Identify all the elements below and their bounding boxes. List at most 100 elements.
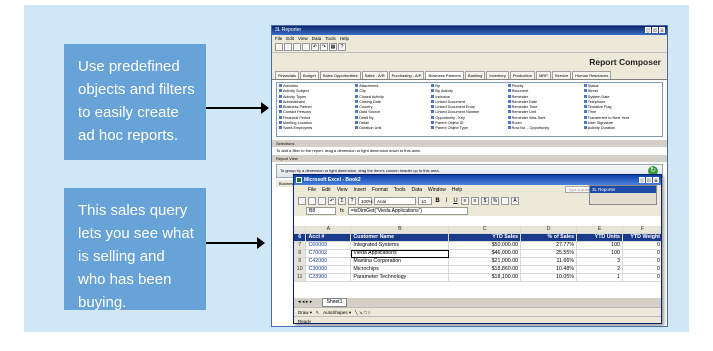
excel-menu-help[interactable]: Help: [452, 187, 462, 193]
menu-view[interactable]: View: [298, 36, 308, 41]
col-header-d[interactable]: D: [520, 226, 578, 235]
tab-human-resources[interactable]: Human Resources: [572, 71, 612, 79]
cell-acct[interactable]: C42000: [305, 257, 352, 267]
excel-menu-window[interactable]: Window: [428, 187, 446, 193]
cell-customer-name[interactable]: Microchips: [350, 265, 450, 275]
cell-ytd-units[interactable]: 3: [576, 257, 623, 267]
header-ytd-sales[interactable]: YTD Sales: [448, 233, 522, 243]
cell-ytd-sales[interactable]: $46,000.00: [448, 249, 522, 259]
cell-acct[interactable]: C30000: [305, 265, 352, 275]
save-icon[interactable]: [293, 43, 301, 51]
align-center-icon[interactable]: ≡: [471, 196, 479, 205]
cell-ytd-units[interactable]: 100: [576, 241, 623, 251]
table-row[interactable]: 8 C70002 Vieda Applications $46,000.00 25.55…: [294, 249, 661, 259]
help-icon[interactable]: ?: [338, 43, 346, 51]
cell-ytd-sales[interactable]: $50,000.00: [448, 241, 522, 251]
cell-customer-name[interactable]: Integrated Systems: [350, 241, 450, 251]
tab-sales-ar[interactable]: Sales - A/R: [361, 71, 388, 79]
menu-edit[interactable]: Edit: [286, 36, 294, 41]
formula-input[interactable]: =ixDimGet("Vieda Applications"): [347, 207, 468, 215]
col-header-e[interactable]: E: [576, 226, 623, 235]
header-customer-name[interactable]: Customer Name: [350, 233, 450, 243]
row-number[interactable]: 8: [294, 249, 307, 259]
table-row[interactable]: 7 C60009 Integrated Systems $50,000.00 27.77…: [294, 241, 661, 251]
col-header-b[interactable]: B: [350, 226, 450, 235]
object-item[interactable]: Activity Duration: [583, 126, 660, 131]
header-ytd-units[interactable]: YTD Units: [576, 233, 623, 243]
menu-file[interactable]: File: [275, 36, 282, 41]
select-all-corner[interactable]: [294, 226, 307, 235]
spreadsheet-grid[interactable]: A B C D E F 6 Acct # Customer Name YTD S…: [294, 226, 661, 283]
tab-budget[interactable]: Budget: [300, 71, 319, 79]
menu-tools[interactable]: Tools: [325, 36, 336, 41]
cell-ytd-weight[interactable]: 0: [622, 265, 661, 275]
object-item[interactable]: Sales Employees: [279, 126, 355, 131]
cell-ytd-sales[interactable]: $21,000.00: [448, 257, 522, 267]
cell-pct-sales[interactable]: 11.66%: [520, 257, 578, 267]
cell-customer-name[interactable]: Vieda Applications: [350, 249, 450, 259]
cell-customer-name[interactable]: Maxtina Corporation: [350, 257, 450, 267]
tab-mrp[interactable]: MRP: [535, 71, 551, 79]
cell-ytd-sales[interactable]: $18,860.00: [448, 265, 522, 275]
header-acct[interactable]: Acct #: [305, 233, 352, 243]
currency-icon[interactable]: $: [481, 196, 489, 205]
tab-inventory[interactable]: Inventory: [486, 71, 509, 79]
excel-close-icon[interactable]: ×: [653, 177, 659, 183]
object-item[interactable]: Row No. - Opportunity: [507, 126, 584, 131]
col-header-c[interactable]: C: [448, 226, 522, 235]
row-number[interactable]: 9: [294, 257, 307, 267]
cell-pct-sales[interactable]: 25.55%: [520, 249, 578, 259]
tab-financials[interactable]: Financials: [275, 71, 300, 79]
fill-color-icon[interactable]: [501, 196, 509, 205]
col-header-a[interactable]: A: [305, 226, 352, 235]
cell-acct[interactable]: C60009: [305, 241, 352, 251]
excel-save-icon[interactable]: [318, 196, 326, 205]
tab-sales-opportunities[interactable]: Sales Opportunities: [319, 71, 361, 79]
sheet-nav-icon[interactable]: ◂ ◂ ▸ ▸: [298, 299, 312, 305]
cell-acct[interactable]: C70002: [305, 249, 352, 259]
print-icon[interactable]: [302, 43, 310, 51]
excel-menu-file[interactable]: File: [308, 187, 316, 193]
cell-acct[interactable]: C23900: [305, 273, 352, 283]
tab-banking[interactable]: Banking: [464, 71, 486, 79]
cell-pct-sales[interactable]: 10.05%: [520, 273, 578, 283]
underline-icon[interactable]: U: [452, 198, 459, 204]
autoshapes-menu[interactable]: AutoShapes: [323, 310, 348, 315]
font-color-icon[interactable]: A: [511, 196, 519, 205]
cell-ytd-units[interactable]: 2: [576, 265, 623, 275]
cursor-icon[interactable]: ↖: [316, 310, 320, 315]
oval-icon[interactable]: ○: [368, 310, 371, 315]
italic-icon[interactable]: I: [443, 198, 450, 204]
excel-menu-view[interactable]: View: [337, 187, 348, 193]
row-number[interactable]: 6: [294, 233, 307, 243]
excel-menu-data[interactable]: Data: [411, 187, 422, 193]
tab-service[interactable]: Service: [551, 71, 572, 79]
tab-production[interactable]: Production: [509, 71, 535, 79]
cell-pct-sales[interactable]: 10.48%: [520, 265, 578, 275]
open-icon[interactable]: [284, 43, 292, 51]
cell-ytd-weight[interactable]: 0: [622, 257, 661, 267]
align-left-icon[interactable]: ≡: [461, 196, 469, 205]
zoom-select[interactable]: 100%: [358, 196, 373, 205]
tab-business-partners[interactable]: Business Partners: [425, 71, 464, 79]
line-icon[interactable]: ╲: [355, 310, 358, 315]
rectangle-icon[interactable]: □: [364, 310, 367, 315]
cell-ytd-sales[interactable]: $18,100.00: [448, 273, 522, 283]
menu-data[interactable]: Data: [312, 36, 322, 41]
row-number[interactable]: 11: [294, 273, 307, 283]
sheet-tab-sheet1[interactable]: Sheet1: [321, 298, 348, 307]
row-number[interactable]: 7: [294, 241, 307, 251]
excel-help-icon[interactable]: ?: [348, 196, 356, 205]
table-row[interactable]: 11 C23900 Parameter Technology $18,100.00 10…: [294, 273, 661, 283]
font-select[interactable]: Arial: [374, 196, 416, 205]
percent-icon[interactable]: %: [491, 196, 499, 205]
arrow-icon[interactable]: ↘: [359, 310, 363, 315]
excel-minimize-icon[interactable]: _: [639, 177, 645, 183]
cell-ytd-weight[interactable]: 0: [622, 249, 661, 259]
excel-menu-edit[interactable]: Edit: [322, 187, 331, 193]
excel-menu-insert[interactable]: Insert: [353, 187, 366, 193]
cell-ytd-weight[interactable]: 0: [622, 273, 661, 283]
name-box[interactable]: B8: [306, 207, 336, 215]
table-row[interactable]: 10 C30000 Microchips $18,860.00 10.48% 2 0: [294, 265, 661, 275]
draw-menu[interactable]: Draw: [298, 310, 309, 315]
